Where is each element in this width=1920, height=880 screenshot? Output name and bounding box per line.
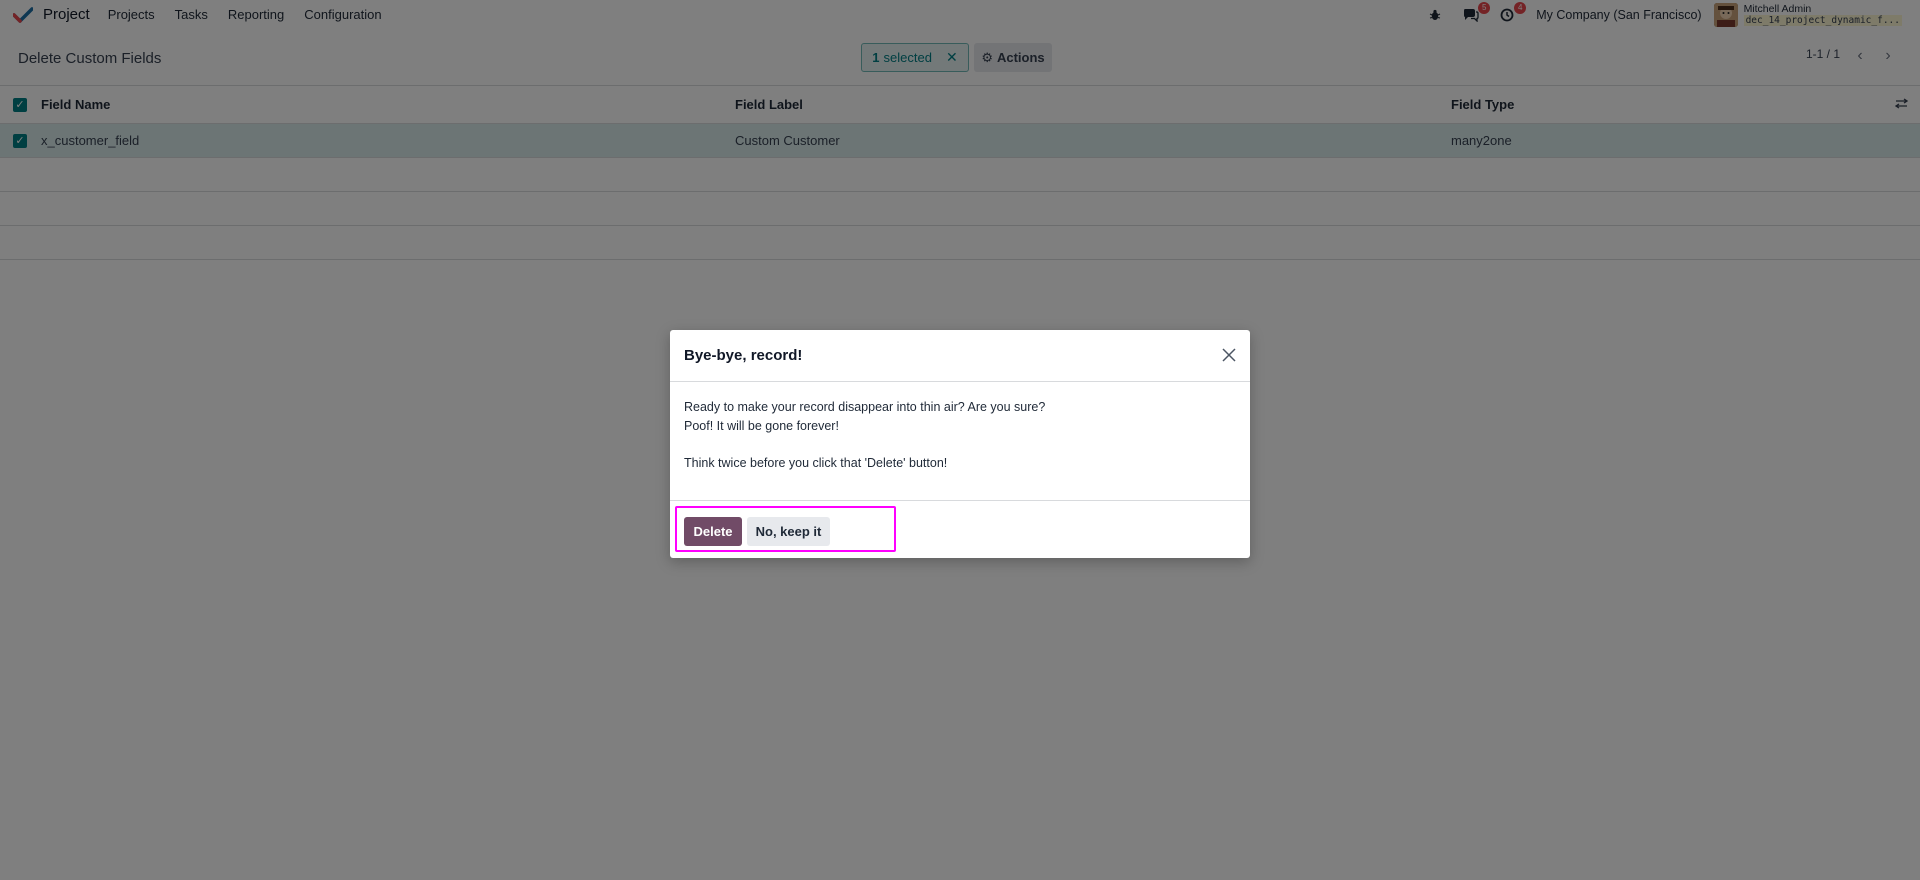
dialog-title: Bye-bye, record! [684,347,803,364]
close-icon[interactable] [1220,346,1238,364]
keep-it-button[interactable]: No, keep it [747,517,830,546]
dialog-body: Ready to make your record disappear into… [670,382,1250,501]
confirm-delete-dialog: Bye-bye, record! Ready to make your reco… [670,330,1250,558]
dialog-message-line: Poof! It will be gone forever! [684,419,839,433]
dialog-message-line: Ready to make your record disappear into… [684,400,1046,414]
delete-button[interactable]: Delete [684,517,742,546]
dialog-warning-line: Think twice before you click that 'Delet… [684,456,948,470]
dialog-footer: Delete No, keep it [670,501,1250,558]
dialog-header: Bye-bye, record! [670,330,1250,382]
